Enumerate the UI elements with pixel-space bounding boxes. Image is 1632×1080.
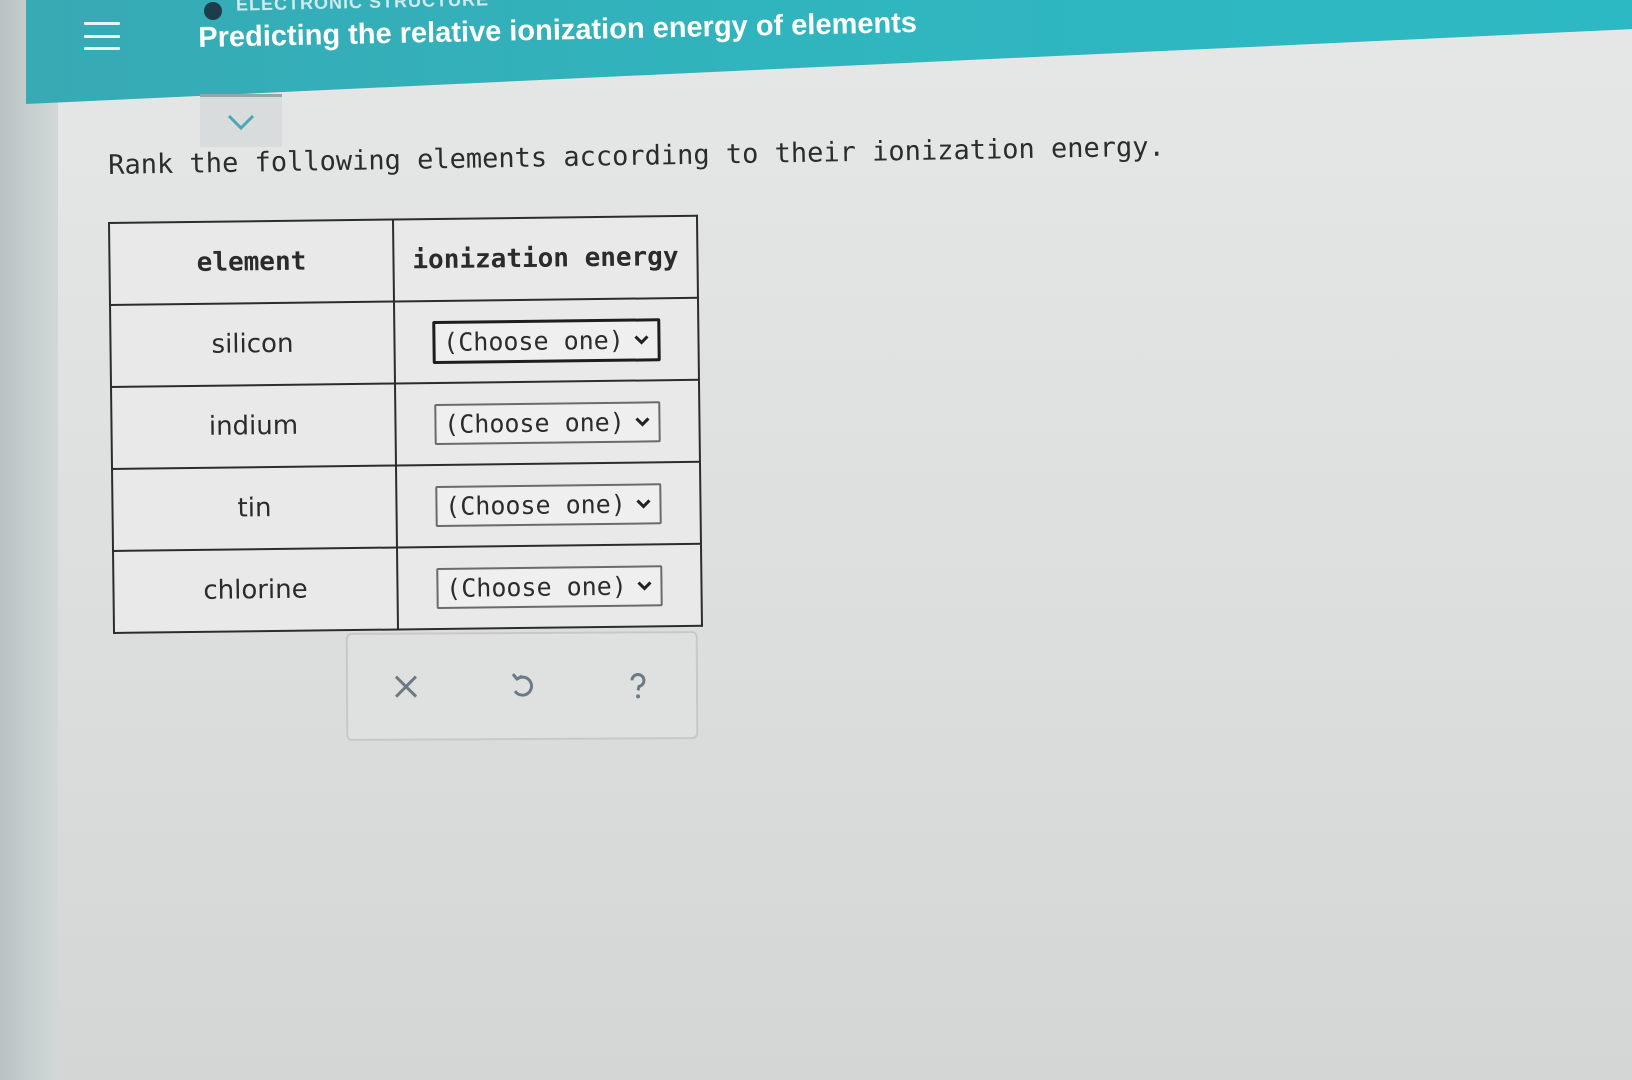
- ranking-table-container: element ionization energy silicon (Choos…: [108, 214, 703, 634]
- ionization-rank-select-indium[interactable]: (Choose one): [433, 400, 662, 445]
- left-rail: [0, 0, 58, 1080]
- selection-cell: (Choose one): [395, 461, 701, 548]
- ionization-rank-select-tin[interactable]: (Choose one): [434, 482, 663, 527]
- select-value: (Choose one): [443, 325, 624, 357]
- table-header-row: element ionization energy: [109, 215, 698, 305]
- help-button[interactable]: [614, 661, 662, 709]
- clear-button[interactable]: [382, 662, 430, 710]
- chevron-down-icon: [227, 114, 255, 131]
- column-header-element: element: [109, 219, 394, 305]
- select-value: (Choose one): [446, 571, 627, 603]
- collapse-button[interactable]: [200, 94, 282, 147]
- undo-button[interactable]: [498, 662, 546, 710]
- selection-cell: (Choose one): [396, 543, 702, 630]
- select-value: (Choose one): [445, 489, 626, 521]
- table-row: silicon (Choose one): [110, 297, 699, 387]
- table-row: indium (Choose one): [111, 379, 700, 469]
- help-icon: [630, 672, 646, 699]
- chevron-down-icon: [636, 499, 651, 509]
- ionization-rank-select-silicon[interactable]: (Choose one): [431, 317, 662, 364]
- element-cell: chlorine: [113, 547, 398, 633]
- ionization-rank-select-chlorine[interactable]: (Choose one): [435, 564, 664, 609]
- table-row: chlorine (Choose one): [113, 543, 702, 633]
- element-cell: silicon: [110, 301, 395, 387]
- column-header-ionization-energy: ionization energy: [392, 215, 698, 302]
- chevron-down-icon: [634, 335, 649, 345]
- element-cell: tin: [112, 465, 397, 551]
- select-value: (Choose one): [444, 407, 625, 439]
- chevron-down-icon: [637, 581, 652, 591]
- table-row: tin (Choose one): [112, 461, 701, 551]
- hamburger-menu-icon[interactable]: [84, 22, 120, 50]
- ranking-table: element ionization energy silicon (Choos…: [108, 214, 703, 634]
- undo-icon: [511, 673, 533, 697]
- status-dot: [204, 2, 222, 20]
- selection-cell: (Choose one): [394, 379, 700, 466]
- chevron-down-icon: [635, 417, 650, 427]
- element-cell: indium: [111, 383, 396, 469]
- selection-cell: (Choose one): [393, 297, 699, 384]
- close-icon: [394, 675, 418, 698]
- answer-toolbar: [345, 631, 699, 741]
